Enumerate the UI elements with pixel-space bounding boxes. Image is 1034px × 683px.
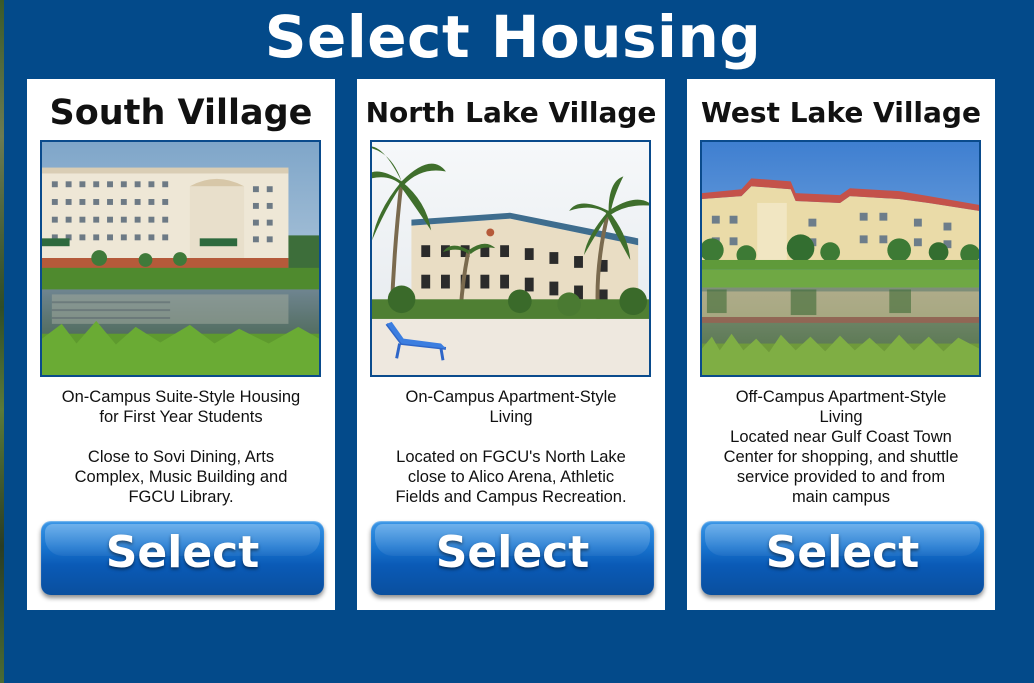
card-title: South Village	[49, 93, 313, 133]
housing-selection-screen: Select Housing South Village On-Campus S…	[0, 0, 1034, 683]
card-description: Off-Campus Apartment-Style Living Locate…	[723, 388, 959, 506]
select-north-lake-village-button[interactable]: Select	[371, 521, 654, 595]
background-edge	[0, 0, 4, 683]
select-button-label: Select	[105, 527, 260, 578]
select-west-lake-village-button[interactable]: Select	[701, 521, 984, 595]
west-lake-village-photo	[700, 140, 981, 377]
housing-card-west-lake-village: West Lake Village Off-Campus Apartment-S…	[687, 79, 995, 610]
card-description: On-Campus Apartment-Style Living Located…	[395, 388, 627, 506]
housing-card-south-village: South Village On-Campus Suite-Style Hous…	[27, 79, 335, 610]
select-button-label: Select	[435, 527, 590, 578]
north-lake-village-photo	[370, 140, 651, 377]
housing-card-north-lake-village: North Lake Village On-Campus Apartment-S…	[357, 79, 665, 610]
page-title: Select Housing	[264, 3, 762, 71]
south-village-photo	[40, 140, 321, 377]
card-description: On-Campus Suite-Style Housing for First …	[61, 388, 301, 506]
select-south-village-button[interactable]: Select	[41, 521, 324, 595]
card-title: West Lake Village	[701, 96, 981, 129]
card-title: North Lake Village	[365, 96, 657, 129]
select-button-label: Select	[765, 527, 920, 578]
